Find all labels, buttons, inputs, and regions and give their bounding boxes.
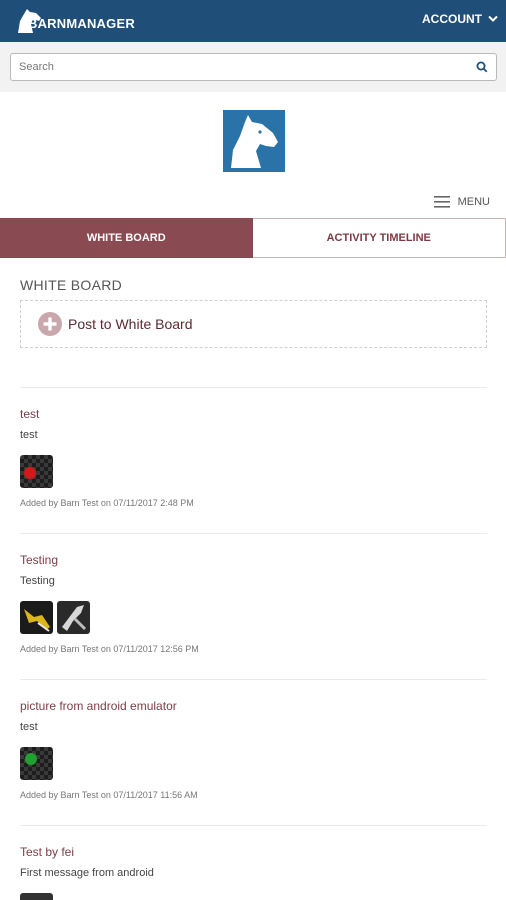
post-title[interactable]: test	[20, 407, 487, 421]
attachments	[20, 893, 487, 900]
tab-bar: WHITE BOARD ACTIVITY TIMELINE	[0, 218, 506, 258]
post-title[interactable]: Test by fei	[20, 845, 487, 859]
post-meta: Added by Barn Test on 07/11/2017 11:56 A…	[20, 790, 198, 800]
divider	[20, 387, 487, 388]
list-item: test test Added by Barn Test on 07/11/20…	[20, 407, 487, 508]
search-input[interactable]	[11, 54, 451, 80]
menu-button[interactable]: MENU	[433, 196, 490, 208]
top-bar: BARNMANAGER ACCOUNT	[0, 0, 506, 42]
brand-logo[interactable]: BARNMANAGER	[14, 6, 135, 36]
post-title[interactable]: picture from android emulator	[20, 699, 487, 713]
attachment-thumbnail[interactable]	[57, 601, 90, 634]
list-item: Test by fei First message from android	[20, 845, 487, 900]
attachment-thumbnail[interactable]	[20, 893, 53, 900]
list-item: picture from android emulator test Added…	[20, 699, 487, 800]
post-body: Testing	[20, 575, 55, 587]
attachments	[20, 601, 487, 634]
post-button-label: Post to White Board	[68, 316, 193, 332]
post-to-white-board-button[interactable]: Post to White Board	[20, 300, 487, 348]
plus-circle-icon	[38, 312, 62, 336]
divider	[20, 825, 487, 826]
post-body: First message from android	[20, 867, 154, 879]
chevron-down-icon	[488, 15, 498, 22]
list-item: Testing Testing Added by Barn Test on 07…	[20, 553, 487, 654]
post-title[interactable]: Testing	[20, 553, 487, 567]
search-bar	[0, 42, 506, 92]
barn-logo	[223, 110, 285, 172]
red-dot-icon	[24, 467, 36, 479]
attachments	[20, 747, 487, 780]
hamburger-icon	[433, 196, 450, 208]
account-menu-button[interactable]: ACCOUNT	[422, 12, 498, 26]
attachment-thumbnail[interactable]	[20, 455, 53, 488]
menu-label: MENU	[457, 196, 490, 208]
post-meta: Added by Barn Test on 07/11/2017 2:48 PM	[20, 498, 194, 508]
attachment-thumbnail[interactable]	[20, 601, 53, 634]
tab-white-board[interactable]: WHITE BOARD	[0, 218, 253, 258]
post-body: test	[20, 721, 38, 733]
tab-activity-timeline[interactable]: ACTIVITY TIMELINE	[252, 218, 506, 258]
attachment-thumbnail[interactable]	[20, 747, 53, 780]
brand-name: BARNMANAGER	[28, 15, 135, 31]
photo-icon	[24, 609, 50, 632]
divider	[20, 679, 487, 680]
horse-head-icon	[231, 115, 278, 168]
attachments	[20, 455, 487, 488]
green-dot-icon	[25, 753, 37, 765]
section-title: WHITE BOARD	[20, 277, 123, 293]
post-body: test	[20, 429, 38, 441]
photo-icon	[62, 605, 87, 631]
account-label: ACCOUNT	[422, 12, 482, 26]
post-meta: Added by Barn Test on 07/11/2017 12:56 P…	[20, 644, 199, 654]
search-icon[interactable]	[476, 61, 488, 73]
search-box	[10, 53, 497, 81]
divider	[20, 533, 487, 534]
